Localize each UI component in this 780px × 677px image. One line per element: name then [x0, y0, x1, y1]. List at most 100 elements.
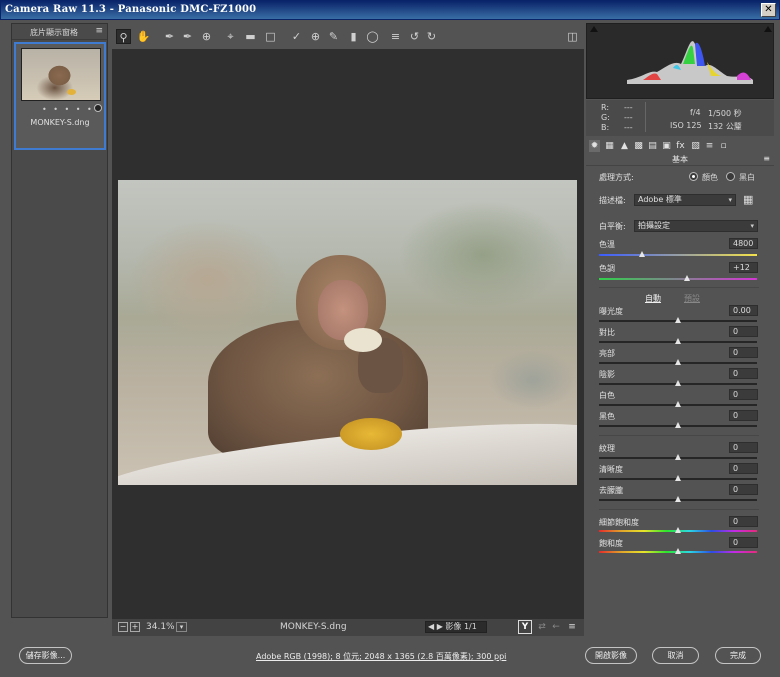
panel-tabs: ✹ ▦ ▲ ▩ ▤ ▣ fx ▧ ≡ ▫: [586, 139, 774, 154]
tab-split-toning[interactable]: ▤: [647, 140, 658, 152]
tab-effects[interactable]: fx: [675, 140, 686, 152]
whites-label: 白色: [599, 391, 615, 400]
zoom-in-button[interactable]: +: [130, 622, 140, 632]
red-eye-removal-tool-icon[interactable]: ⊕: [308, 29, 323, 44]
temp-slider-thumb[interactable]: [639, 251, 645, 257]
vibrance-value[interactable]: 0: [729, 516, 758, 527]
blacks-slider-thumb[interactable]: [675, 422, 681, 428]
dehaze-value[interactable]: 0: [729, 484, 758, 495]
white-balance-dropdown[interactable]: 拍攝設定 ▾: [634, 220, 758, 232]
tab-lens-corrections[interactable]: ▣: [661, 140, 672, 152]
tab-tone-curve[interactable]: ▦: [604, 140, 615, 152]
view-settings-icon[interactable]: ≡: [566, 621, 578, 633]
close-window-button[interactable]: ✕: [761, 3, 776, 17]
auto-link[interactable]: 自動: [645, 293, 661, 304]
rotate-ccw-icon[interactable]: ↺: [407, 29, 422, 44]
crop-tool-icon[interactable]: ⌖: [223, 29, 238, 44]
tint-slider-track[interactable]: [599, 278, 757, 280]
white-balance-tool-icon[interactable]: ✒: [162, 29, 177, 44]
vibrance-label: 細節飽和度: [599, 518, 639, 527]
contrast-slider-thumb[interactable]: [675, 338, 681, 344]
default-link[interactable]: 預設: [684, 293, 700, 304]
saturation-label: 飽和度: [599, 539, 623, 548]
shadows-value[interactable]: 0: [729, 368, 758, 379]
swap-settings-icon[interactable]: ⇄: [536, 621, 548, 633]
highlights-slider-thumb[interactable]: [675, 359, 681, 365]
zoom-dropdown[interactable]: ▾: [176, 622, 187, 632]
clarity-value[interactable]: 0: [729, 463, 758, 474]
clarity-slider-thumb[interactable]: [675, 475, 681, 481]
whites-value[interactable]: 0: [729, 389, 758, 400]
window-title-bar: Camera Raw 11.3 - Panasonic DMC-FZ1000 ✕: [0, 0, 780, 20]
fullscreen-toggle-icon[interactable]: ◫: [565, 29, 580, 44]
vibrance-slider-thumb[interactable]: [675, 527, 681, 533]
treatment-bw-radio[interactable]: [726, 172, 735, 181]
temp-label: 色溫: [599, 240, 615, 249]
panel-menu-icon[interactable]: ≡: [763, 154, 770, 163]
zoom-tool-icon[interactable]: ⚲: [116, 29, 131, 44]
save-image-button[interactable]: 儲存影像...: [19, 647, 72, 664]
next-image-icon[interactable]: ▶: [437, 622, 443, 631]
done-button[interactable]: 完成: [715, 647, 761, 664]
tab-detail[interactable]: ▲: [619, 140, 630, 152]
temp-value[interactable]: 4800: [729, 238, 758, 249]
profile-label: 描述檔:: [599, 196, 626, 205]
workflow-options-link[interactable]: Adobe RGB (1998); 8 位元; 2048 x 1365 (2.8…: [256, 651, 506, 662]
profile-browser-icon[interactable]: ▦: [743, 193, 753, 206]
tool-bar: ⚲ ✋ ✒ ✒ ⊕ ⌖ ▬ □ ✓ ⊕ ✎ ▮ ◯ ≡ ↺ ↻ ◫: [112, 27, 584, 48]
temp-slider-track[interactable]: [599, 254, 757, 256]
contrast-value[interactable]: 0: [729, 326, 758, 337]
aperture-value: f/4: [690, 108, 701, 117]
tab-calibration[interactable]: ▧: [690, 140, 701, 152]
rating-dots[interactable]: • • • • •: [42, 105, 94, 114]
targeted-adjustment-tool-icon[interactable]: ⊕: [199, 29, 214, 44]
shadows-slider-thumb[interactable]: [675, 380, 681, 386]
thumbnail-filename: MONKEY-S.dng: [30, 118, 90, 127]
texture-slider-thumb[interactable]: [675, 454, 681, 460]
open-image-button[interactable]: 開啟影像: [585, 647, 637, 664]
hand-tool-icon[interactable]: ✋: [136, 29, 151, 44]
exposure-slider-thumb[interactable]: [675, 317, 681, 323]
image-preview-area[interactable]: [112, 49, 584, 619]
tab-basic[interactable]: ✹: [589, 140, 600, 152]
filmstrip-thumbnail[interactable]: • • • • • MONKEY-S.dng: [14, 42, 106, 150]
treatment-color-radio[interactable]: [689, 172, 698, 181]
exposure-value[interactable]: 0.00: [729, 305, 758, 316]
texture-value[interactable]: 0: [729, 442, 758, 453]
tab-snapshots[interactable]: ▫: [718, 140, 729, 152]
whites-slider-thumb[interactable]: [675, 401, 681, 407]
straighten-tool-icon[interactable]: ▬: [243, 29, 258, 44]
cancel-button[interactable]: 取消: [652, 647, 699, 664]
window-title: Camera Raw 11.3 - Panasonic DMC-FZ1000: [5, 4, 257, 15]
tint-slider-thumb[interactable]: [684, 275, 690, 281]
image-navigator: ◀ ▶ 影像 1/1: [425, 621, 487, 633]
color-sampler-tool-icon[interactable]: ✒: [180, 29, 195, 44]
white-balance-value: 拍攝設定: [638, 221, 670, 230]
image-counter: 影像 1/1: [445, 622, 477, 631]
shadows-label: 陰影: [599, 370, 615, 379]
open-preferences-icon[interactable]: ≡: [388, 29, 403, 44]
before-after-toggle[interactable]: Y: [518, 620, 532, 634]
copy-settings-icon[interactable]: ←: [550, 621, 562, 633]
spot-removal-tool-icon[interactable]: ✓: [289, 29, 304, 44]
graduated-filter-icon[interactable]: ▮: [346, 29, 361, 44]
saturation-slider-thumb[interactable]: [675, 548, 681, 554]
radial-filter-icon[interactable]: ◯: [365, 29, 380, 44]
rotate-cw-icon[interactable]: ↻: [424, 29, 439, 44]
adjustment-brush-icon[interactable]: ✎: [326, 29, 341, 44]
blacks-value[interactable]: 0: [729, 410, 758, 421]
transform-tool-icon[interactable]: □: [263, 29, 278, 44]
tab-hsl[interactable]: ▩: [633, 140, 644, 152]
adjustments-badge-icon: [94, 104, 102, 112]
dehaze-slider-thumb[interactable]: [675, 496, 681, 502]
prev-image-icon[interactable]: ◀: [428, 622, 434, 631]
tint-value[interactable]: +12: [729, 262, 758, 273]
saturation-value[interactable]: 0: [729, 537, 758, 548]
filmstrip-menu-icon[interactable]: ≡: [95, 26, 103, 36]
profile-dropdown[interactable]: Adobe 標準 ▾: [634, 194, 736, 206]
tab-presets[interactable]: ≡: [704, 140, 715, 152]
highlights-value[interactable]: 0: [729, 347, 758, 358]
zoom-out-button[interactable]: −: [118, 622, 128, 632]
white-balance-label: 白平衡:: [599, 222, 626, 231]
preview-image[interactable]: [118, 180, 577, 485]
